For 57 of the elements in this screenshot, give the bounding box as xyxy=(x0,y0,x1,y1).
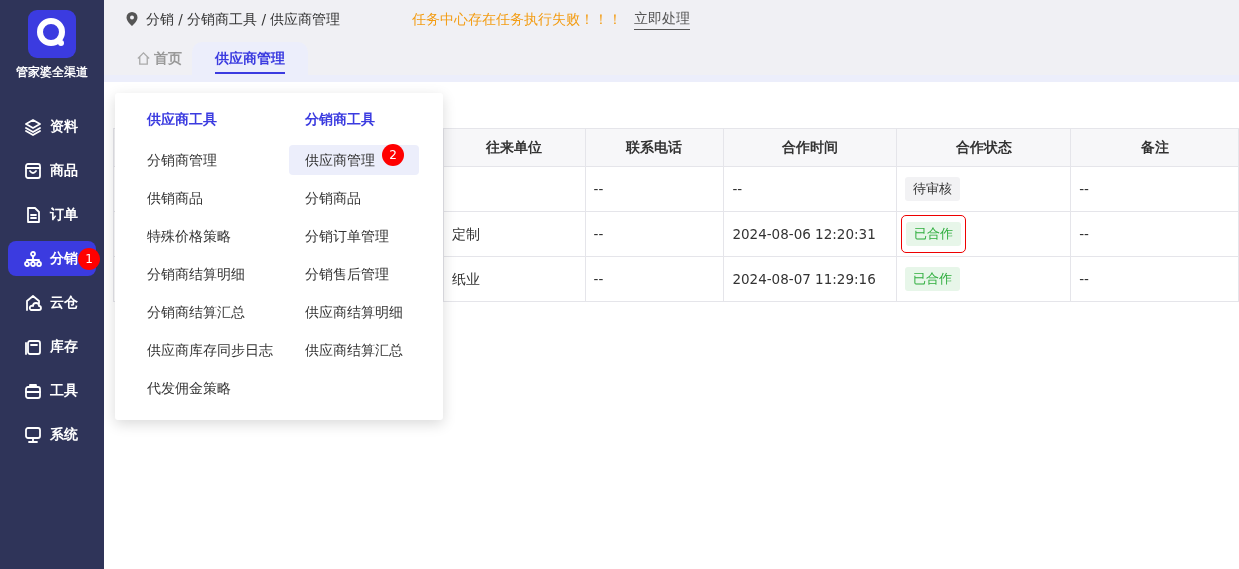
menu-item[interactable]: 代发佣金策略 xyxy=(131,373,261,403)
menu-heading: 供应商工具 xyxy=(146,109,218,129)
menu-item[interactable]: 供应商管理 2 xyxy=(289,145,419,175)
column-header: 联系电话 xyxy=(585,128,724,167)
location-pin-icon xyxy=(126,12,138,26)
status-tag: 已合作 xyxy=(905,266,961,292)
stack-icon xyxy=(24,337,42,356)
menu-item[interactable]: 供应商结算明细 xyxy=(289,297,419,327)
bag-icon xyxy=(24,161,42,180)
menu-item[interactable]: 供应商结算汇总 xyxy=(289,335,419,365)
house-cloud-icon xyxy=(24,293,42,312)
menu-item[interactable]: 供应商库存同步日志 xyxy=(131,335,289,365)
menu-item[interactable]: 分销商结算汇总 xyxy=(131,297,261,327)
logo-icon xyxy=(28,10,76,58)
column-header: 合作时间 xyxy=(723,128,897,167)
document-icon xyxy=(24,205,42,224)
count-badge: 2 xyxy=(382,144,404,166)
table-cell: -- xyxy=(585,256,724,302)
brand-name: 管家婆全渠道 xyxy=(15,64,89,81)
table-cell: 2024-08-07 11:29:16 xyxy=(723,256,897,302)
status-tag: 已合作 xyxy=(906,221,962,247)
sidebar-item[interactable]: 资料 xyxy=(8,109,96,145)
table-cell: 2024-08-06 12:20:31 xyxy=(723,211,897,257)
menu-item[interactable]: 分销商品 xyxy=(289,183,419,213)
column-header: 往来单位 xyxy=(443,128,585,167)
table-cell: -- xyxy=(585,211,724,257)
sidebar-item[interactable]: 工具 xyxy=(8,373,96,409)
menu-item[interactable]: 特殊价格策略 xyxy=(131,221,261,251)
hierarchy-icon xyxy=(24,249,42,268)
status-tag: 待审核 xyxy=(905,176,961,202)
sidebar-item[interactable]: 商品 xyxy=(8,153,96,189)
home-icon xyxy=(136,51,151,66)
count-badge: 1 xyxy=(78,248,100,271)
toolbox-icon xyxy=(24,381,42,400)
layers-icon xyxy=(24,117,42,136)
table-cell: -- xyxy=(1070,211,1239,257)
menu-heading: 分销商工具 xyxy=(304,109,376,129)
menu-item[interactable]: 分销订单管理 xyxy=(289,221,419,251)
column-header: 合作状态 xyxy=(896,128,1071,167)
table-cell: -- xyxy=(723,166,897,212)
sidebar-item[interactable]: 云仓 xyxy=(8,285,96,321)
sidebar-item[interactable]: 系统 xyxy=(8,417,96,453)
table-cell: -- xyxy=(1070,166,1239,212)
sidebar-item[interactable]: 订单 xyxy=(8,197,96,233)
table-cell: -- xyxy=(585,166,724,212)
breadcrumb: 分销 / 分销商工具 / 供应商管理 xyxy=(146,9,341,29)
tab[interactable]: 供应商管理 xyxy=(192,42,308,75)
menu-item[interactable]: 分销售后管理 xyxy=(289,259,419,289)
menu-item[interactable]: 分销商结算明细 xyxy=(131,259,261,289)
column-header: 备注 xyxy=(1070,128,1239,167)
action-link[interactable]: 立即处理 xyxy=(634,8,691,30)
menu-item[interactable]: 分销商管理 xyxy=(131,145,261,175)
sidebar-item[interactable]: 库存 xyxy=(8,329,96,365)
alert-message: 任务中心存在任务执行失败！！！ xyxy=(412,9,623,29)
monitor-icon xyxy=(24,425,42,444)
menu-item[interactable]: 供销商品 xyxy=(131,183,261,213)
table-cell: -- xyxy=(1070,256,1239,302)
